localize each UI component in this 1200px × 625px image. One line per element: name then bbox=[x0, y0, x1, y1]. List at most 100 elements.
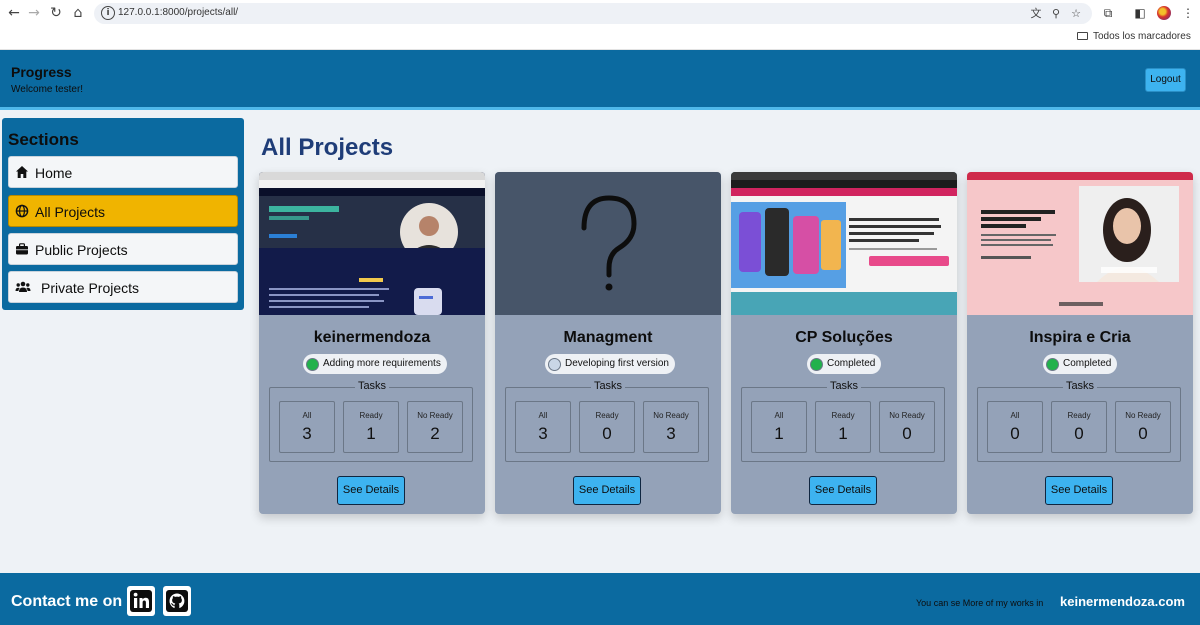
all-bookmarks[interactable]: Todos los marcadores bbox=[1077, 30, 1191, 44]
task-value: 1 bbox=[838, 424, 848, 443]
tasks-heading: Tasks bbox=[495, 380, 721, 392]
task-value: 2 bbox=[430, 424, 440, 443]
sidebar-item-label: All Projects bbox=[35, 204, 106, 220]
status-text: Developing first version bbox=[565, 358, 669, 369]
see-details-button[interactable]: See Details bbox=[809, 476, 877, 505]
task-count-all: All 0 bbox=[987, 401, 1043, 453]
task-count-all: All 1 bbox=[751, 401, 807, 453]
task-label: No Ready bbox=[1125, 411, 1161, 420]
page-title: All Projects bbox=[261, 134, 394, 161]
globe-icon bbox=[15, 204, 29, 218]
see-details-button[interactable]: See Details bbox=[1045, 476, 1113, 505]
tasks-heading-text: Tasks bbox=[354, 380, 390, 392]
status-badge: Completed bbox=[807, 354, 882, 374]
status-text: Adding more requirements bbox=[323, 358, 441, 369]
sidebar-title: Sections bbox=[8, 130, 79, 149]
task-label: Ready bbox=[831, 411, 855, 420]
profile-avatar[interactable] bbox=[1157, 6, 1171, 20]
task-label: All bbox=[302, 411, 312, 420]
address-bar[interactable]: i 127.0.0.1:8000/projects/all/ 文 ⚲ ☆ bbox=[94, 3, 1092, 24]
task-label: No Ready bbox=[889, 411, 925, 420]
bookmarks-label: Todos los marcadores bbox=[1093, 31, 1191, 42]
sidebar-item-public-projects[interactable]: Public Projects bbox=[8, 233, 238, 265]
project-thumbnail[interactable] bbox=[731, 172, 957, 315]
tasks-fieldset: All 1 Ready 1 No Ready 0 bbox=[741, 387, 945, 462]
task-label: No Ready bbox=[417, 411, 453, 420]
project-thumbnail[interactable] bbox=[967, 172, 1193, 315]
tasks-heading-text: Tasks bbox=[1062, 380, 1098, 392]
task-count-no-ready: No Ready 0 bbox=[1115, 401, 1171, 453]
task-value: 3 bbox=[302, 424, 312, 443]
project-name: Inspira e Cria bbox=[1029, 329, 1131, 346]
status-text: Completed bbox=[1063, 358, 1112, 369]
brand-title: Progress bbox=[11, 64, 72, 80]
task-value: 3 bbox=[666, 424, 676, 443]
task-count-no-ready: No Ready 0 bbox=[879, 401, 935, 453]
task-value: 0 bbox=[1074, 424, 1084, 443]
extensions-icon[interactable]: ⧉ bbox=[1100, 5, 1116, 21]
home-icon bbox=[15, 165, 29, 179]
tasks-fieldset: All 0 Ready 0 No Ready 0 bbox=[977, 387, 1181, 462]
status-text: Completed bbox=[827, 358, 876, 369]
see-details-button[interactable]: See Details bbox=[573, 476, 641, 505]
task-value: 1 bbox=[366, 424, 376, 443]
project-thumbnail[interactable] bbox=[259, 172, 485, 315]
home-browser-icon[interactable]: ⌂ bbox=[68, 4, 88, 22]
sidebar-item-private-projects[interactable]: Private Projects bbox=[8, 271, 238, 303]
github-link[interactable] bbox=[163, 586, 191, 616]
task-count-all: All 3 bbox=[515, 401, 571, 453]
project-card: keinermendoza Adding more requirements A… bbox=[259, 172, 485, 514]
task-count-all: All 3 bbox=[279, 401, 335, 453]
task-label: All bbox=[1010, 411, 1020, 420]
task-value: 0 bbox=[1010, 424, 1020, 443]
task-value: 0 bbox=[1138, 424, 1148, 443]
linkedin-link[interactable] bbox=[127, 586, 155, 616]
tasks-fieldset: All 3 Ready 0 No Ready 3 bbox=[505, 387, 709, 462]
task-count-no-ready: No Ready 3 bbox=[643, 401, 699, 453]
project-thumbnail[interactable] bbox=[495, 172, 721, 315]
logout-button[interactable]: Logout bbox=[1145, 68, 1186, 92]
sidebar-item-label: Public Projects bbox=[35, 242, 128, 258]
status-badge: Developing first version bbox=[545, 354, 675, 374]
site-info-icon[interactable]: i bbox=[101, 6, 115, 20]
side-panel-icon[interactable]: ◧ bbox=[1132, 5, 1148, 21]
status-dot bbox=[548, 357, 561, 371]
status-badge: Completed bbox=[1043, 354, 1118, 374]
back-arrow-icon[interactable]: ← bbox=[4, 4, 24, 22]
status-dot bbox=[810, 357, 823, 371]
status-dot bbox=[1046, 357, 1059, 371]
see-details-button[interactable]: See Details bbox=[337, 476, 405, 505]
project-card: CP Soluções Completed All 1 Ready 1 No R… bbox=[731, 172, 957, 514]
briefcase-icon bbox=[15, 242, 29, 256]
bookmark-star-icon[interactable]: ☆ bbox=[1068, 6, 1084, 21]
project-card: Inspira e Cria Completed All 0 Ready 0 N… bbox=[967, 172, 1193, 514]
sidebar-item-label: Home bbox=[35, 165, 73, 181]
task-value: 1 bbox=[774, 424, 784, 443]
reload-icon[interactable]: ↻ bbox=[46, 4, 66, 22]
browser-chrome: ← → ↻ ⌂ i 127.0.0.1:8000/projects/all/ 文… bbox=[0, 0, 1200, 50]
sidebar-item-label: Private Projects bbox=[41, 280, 140, 296]
translate-icon[interactable]: 文 bbox=[1028, 6, 1044, 21]
task-label: No Ready bbox=[653, 411, 689, 420]
task-count-ready: Ready 1 bbox=[343, 401, 399, 453]
task-count-ready: Ready 1 bbox=[815, 401, 871, 453]
task-value: 0 bbox=[602, 424, 612, 443]
footer: Contact me on You can se More of my work… bbox=[0, 573, 1200, 625]
task-label: Ready bbox=[1067, 411, 1091, 420]
footer-site-link[interactable]: keinermendoza.com bbox=[1060, 594, 1185, 609]
forward-arrow-icon[interactable]: → bbox=[24, 4, 44, 22]
sidebar-item-all-projects[interactable]: All Projects bbox=[8, 195, 238, 227]
zoom-icon[interactable]: ⚲ bbox=[1048, 6, 1064, 21]
task-value: 3 bbox=[538, 424, 548, 443]
sidebar-item-home[interactable]: Home bbox=[8, 156, 238, 188]
project-name: keinermendoza bbox=[313, 329, 431, 346]
menu-kebab-icon[interactable]: ⋮ bbox=[1180, 5, 1196, 21]
task-label: All bbox=[774, 411, 784, 420]
footer-note: You can se More of my works in bbox=[916, 598, 1044, 608]
project-name: Managment bbox=[563, 329, 653, 346]
task-label: Ready bbox=[359, 411, 383, 420]
contact-heading: Contact me on bbox=[11, 593, 123, 610]
address-url[interactable]: 127.0.0.1:8000/projects/all/ bbox=[118, 6, 238, 20]
task-label: Ready bbox=[595, 411, 619, 420]
folder-icon bbox=[1077, 32, 1088, 40]
